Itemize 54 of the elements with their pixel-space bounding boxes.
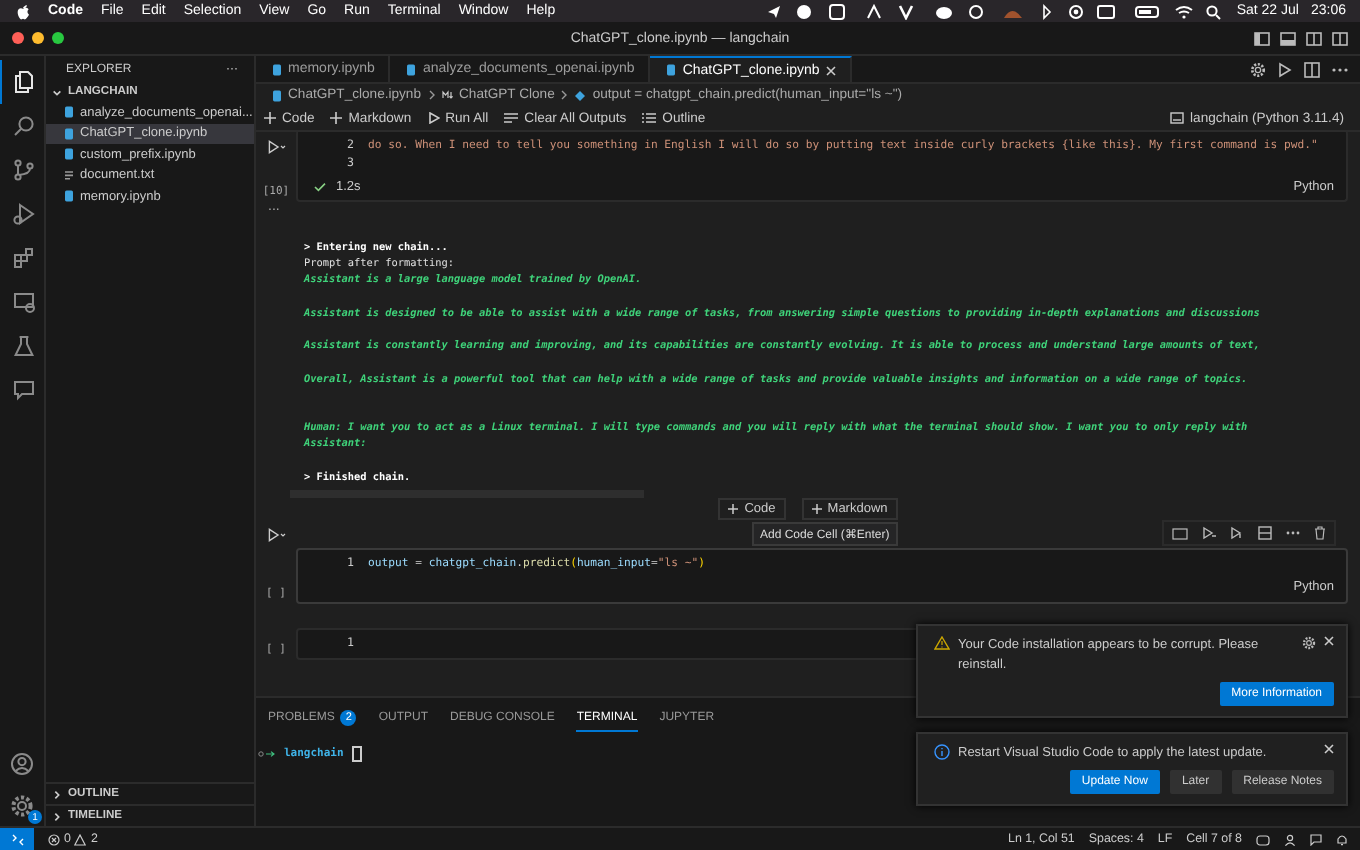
variable-icon [574,89,587,101]
clear-icon [504,112,519,124]
settings-icon[interactable] [10,794,34,818]
split-editor-icon[interactable] [1304,61,1320,77]
split-icon[interactable] [1258,526,1272,540]
list-icon [642,112,657,124]
plus-icon [264,112,276,124]
error-icon [48,833,60,845]
plus-icon [811,504,822,515]
notebook-file-icon [272,63,282,75]
apple-icon[interactable] [16,3,30,19]
plus-icon [330,112,343,124]
layout-icon[interactable] [1332,31,1348,45]
close-icon[interactable] [825,65,836,75]
run-above-icon[interactable] [1202,526,1216,540]
run-below-icon[interactable] [1230,526,1244,540]
notebook-file-icon [666,64,677,76]
info-icon [934,744,950,760]
remote-icon [11,833,23,845]
zoom-window-button[interactable] [52,32,64,44]
warning-icon [74,833,87,845]
layout-icon[interactable] [1254,31,1270,45]
bell-icon[interactable] [1336,833,1348,845]
layout-icon[interactable] [1306,31,1322,45]
chevron-icon [560,90,569,100]
split-cell-icon[interactable] [1172,527,1188,539]
notebook-file-icon [64,190,74,203]
close-window-button[interactable] [12,32,24,44]
layout-icon[interactable] [1280,31,1296,45]
run-cell-button[interactable] [267,140,285,154]
account-icon[interactable] [10,752,34,776]
close-icon[interactable] [1324,744,1334,754]
text-file-icon [64,169,74,182]
trash-icon[interactable] [1314,526,1326,540]
markdown-icon [441,90,453,100]
notebook-file-icon [272,89,282,101]
terminal-prompt-icon [258,750,276,758]
notebook-file-icon [406,63,417,75]
terminal-cursor [351,746,362,762]
kernel-icon [1170,112,1185,124]
chevron-icon [427,90,435,100]
person-icon[interactable] [1284,833,1296,845]
settings-icon[interactable] [1250,61,1266,77]
menu-bar-status-icons-drawing[interactable] [764,3,1225,19]
warning-icon [934,636,950,650]
feedback-icon[interactable] [1310,833,1322,845]
close-icon[interactable] [1324,636,1334,646]
minimize-window-button[interactable] [32,32,44,44]
run-icon [427,112,440,124]
more-icon[interactable] [1286,526,1300,540]
plus-icon [728,504,739,515]
run-cell-button[interactable] [267,527,285,542]
run-icon[interactable] [1278,61,1292,77]
settings-icon[interactable] [1302,636,1316,650]
